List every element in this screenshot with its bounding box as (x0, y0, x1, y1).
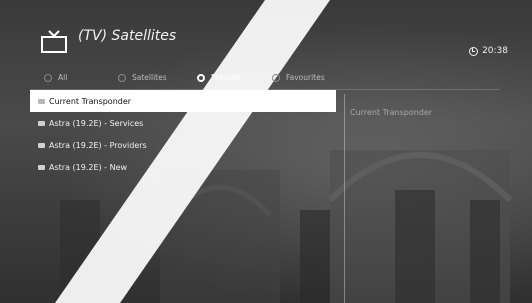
screen-header: (TV) Satellites 20:38 (28, 20, 508, 64)
list-item[interactable]: Astra (19.2E) - Services (30, 112, 336, 134)
folder-icon (38, 98, 45, 104)
clock-time: 20:38 (482, 46, 508, 56)
folder-icon (38, 142, 45, 148)
panel-divider (344, 94, 345, 303)
radio-selected-icon (197, 73, 205, 82)
list-item[interactable]: Astra (19.2E) - Providers (30, 134, 336, 156)
radio-icon (272, 73, 280, 82)
tv-screen: (TV) Satellites 20:38 All Satellites Pro… (0, 0, 532, 303)
list-item[interactable]: Current Transponder (30, 90, 336, 112)
tab-favourites[interactable]: Favourites (272, 73, 325, 82)
list-item-label: Current Transponder (49, 96, 132, 106)
tab-label: Satellites (132, 73, 167, 82)
tab-satellites[interactable]: Satellites (118, 73, 167, 82)
clock-icon (469, 46, 479, 56)
tab-provider[interactable]: Provider (197, 73, 242, 82)
info-panel-text: Current Transponder (350, 108, 433, 117)
list-item-label: Astra (19.2E) - Services (49, 118, 144, 128)
page-title: (TV) Satellites (78, 28, 177, 44)
provider-list: Current Transponder Astra (19.2E) - Serv… (30, 90, 336, 178)
list-item-label: Astra (19.2E) - Providers (49, 140, 147, 150)
tab-label: Favourites (286, 73, 325, 82)
list-item-label: Astra (19.2E) - New (49, 162, 128, 172)
tab-all[interactable]: All (44, 73, 67, 82)
folder-icon (38, 120, 45, 126)
list-item[interactable]: Astra (19.2E) - New (30, 156, 336, 178)
tab-label: Provider (211, 73, 242, 82)
folder-icon (38, 164, 45, 170)
radio-icon (44, 73, 52, 82)
tab-label: All (58, 73, 68, 82)
tv-icon (41, 30, 67, 53)
clock: 20:38 (469, 46, 508, 56)
radio-icon (118, 73, 126, 82)
filter-tabs: All Satellites Provider Favourites (30, 72, 500, 86)
